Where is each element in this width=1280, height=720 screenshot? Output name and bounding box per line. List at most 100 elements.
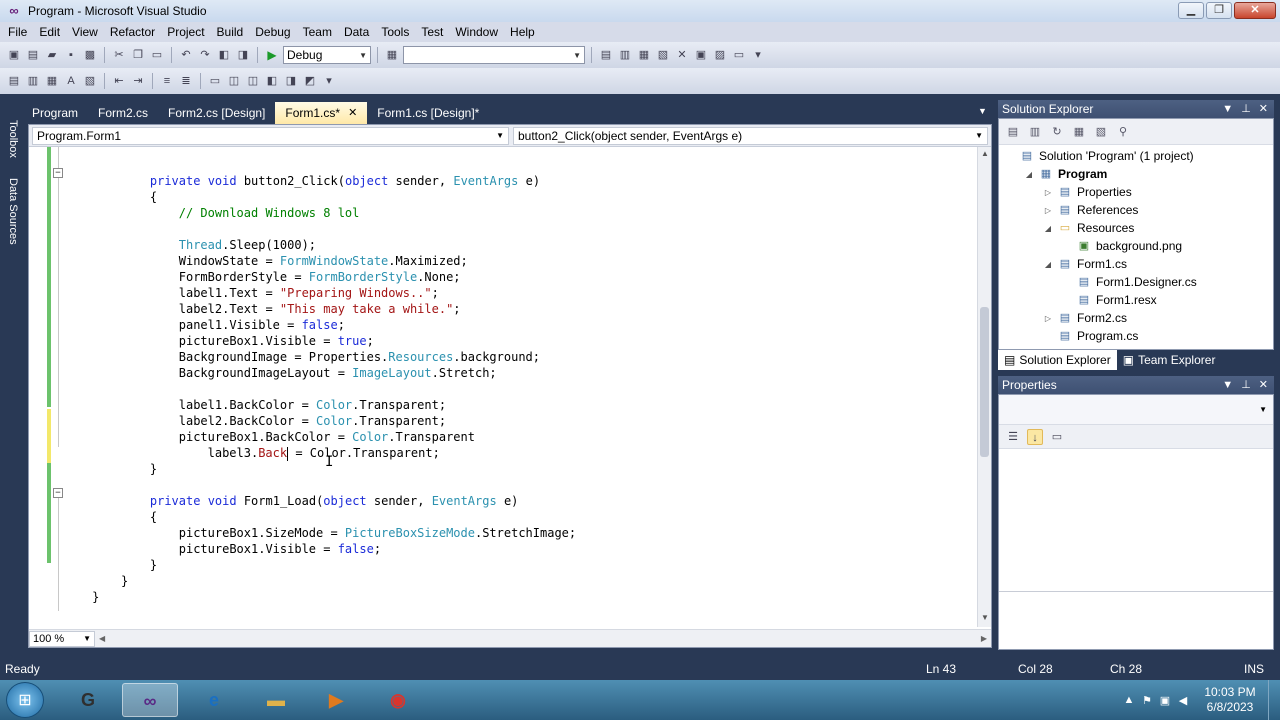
code-text-area[interactable]: − − private void button2_Click(object se… xyxy=(29,147,977,627)
decrease-indent-icon[interactable]: ⇤ xyxy=(111,73,127,89)
toolbox-tab[interactable]: Toolbox xyxy=(3,120,19,158)
close-panel-icon[interactable]: ✕ xyxy=(1259,100,1268,118)
menu-data[interactable]: Data xyxy=(338,22,375,42)
tree-item[interactable]: ▤ Form1.Designer.cs xyxy=(1062,273,1197,291)
toggle-bookmark-icon[interactable]: ▭ xyxy=(207,73,223,89)
menu-edit[interactable]: Edit xyxy=(33,22,66,42)
show-all-files-icon[interactable]: ▥ xyxy=(1027,124,1043,140)
tree-item[interactable]: ▣ background.png xyxy=(1062,237,1182,255)
alphabetical-icon[interactable]: ↓ xyxy=(1027,428,1043,445)
expand-toggle-icon[interactable]: ▷ xyxy=(1043,206,1053,215)
next-bookmark-folder-icon[interactable]: ◨ xyxy=(283,73,299,89)
collapse-icon[interactable]: − xyxy=(53,168,63,178)
network-icon[interactable]: ▣ xyxy=(1156,694,1174,707)
close-button[interactable]: ✕ xyxy=(1234,2,1276,19)
navigate-backward-icon[interactable]: ◧ xyxy=(216,47,232,63)
properties-icon[interactable]: ▤ xyxy=(1005,124,1021,140)
menu-window[interactable]: Window xyxy=(449,22,504,42)
menu-tools[interactable]: Tools xyxy=(375,22,415,42)
quick-info-icon[interactable]: ▦ xyxy=(44,73,60,89)
menu-build[interactable]: Build xyxy=(211,22,250,42)
tree-item[interactable]: ◢ ▤ Form1.cs xyxy=(1043,255,1127,273)
find-combo[interactable]: ▼ xyxy=(403,46,585,64)
toolbar-overflow-icon[interactable]: ▾ xyxy=(750,47,766,63)
scroll-left-icon[interactable]: ◀ xyxy=(95,634,109,643)
menu-file[interactable]: File xyxy=(2,22,33,42)
close-tab-icon[interactable]: ✕ xyxy=(348,102,357,124)
complete-word-icon[interactable]: A xyxy=(63,73,79,89)
copy-icon[interactable]: ❐ xyxy=(130,47,146,63)
extension-manager-icon[interactable]: ▨ xyxy=(712,47,728,63)
menu-team[interactable]: Team xyxy=(297,22,338,42)
word-wrap-icon[interactable]: ▧ xyxy=(82,73,98,89)
previous-bookmark-folder-icon[interactable]: ◧ xyxy=(264,73,280,89)
navigate-forward-icon[interactable]: ◨ xyxy=(235,47,251,63)
next-bookmark-icon[interactable]: ◫ xyxy=(245,73,261,89)
view-class-diagram-icon[interactable]: ⚲ xyxy=(1115,124,1131,140)
tab-form2-cs[interactable]: Form2.cs xyxy=(88,102,158,124)
open-file-icon[interactable]: ▰ xyxy=(44,47,60,63)
minimize-button[interactable]: ▁ xyxy=(1178,2,1204,19)
tab-program[interactable]: Program xyxy=(22,102,88,124)
show-desktop-button[interactable] xyxy=(1268,680,1280,720)
menu-help[interactable]: Help xyxy=(504,22,541,42)
expand-toggle-icon[interactable]: ◢ xyxy=(1043,260,1053,269)
find-in-files-icon[interactable]: ▦ xyxy=(384,47,400,63)
taskbar-media-player-icon[interactable]: ▶ xyxy=(308,683,364,717)
solution-explorer-icon[interactable]: ▤ xyxy=(598,47,614,63)
tree-item[interactable]: ◢ ▦ Program xyxy=(1024,165,1107,183)
tree-item[interactable]: ▤ Form1.resx xyxy=(1062,291,1157,309)
taskbar-chrome-icon[interactable]: ◉ xyxy=(370,683,426,717)
data-sources-tab[interactable]: Data Sources xyxy=(3,178,19,245)
uncomment-icon[interactable]: ≣ xyxy=(178,73,194,89)
tree-item[interactable]: ◢ ▭ Resources xyxy=(1043,219,1134,237)
cut-icon[interactable]: ✂ xyxy=(111,47,127,63)
start-debugging-icon[interactable]: ▶ xyxy=(264,47,280,63)
save-all-icon[interactable]: ▩ xyxy=(82,47,98,63)
member-dropdown[interactable]: button2_Click(object sender, EventArgs e… xyxy=(513,126,988,145)
action-center-flag-icon[interactable]: ⚑ xyxy=(1138,694,1156,707)
start-page-icon[interactable]: ▣ xyxy=(693,47,709,63)
clear-bookmarks-icon[interactable]: ◩ xyxy=(302,73,318,89)
maximize-button[interactable]: ❐ xyxy=(1206,2,1232,19)
tree-item[interactable]: ▷ ▤ References xyxy=(1043,201,1138,219)
collapse-icon[interactable]: − xyxy=(53,488,63,498)
refresh-icon[interactable]: ↻ xyxy=(1049,124,1065,140)
show-hidden-icons-icon[interactable]: ▲ xyxy=(1120,694,1138,706)
undo-icon[interactable]: ↶ xyxy=(178,47,194,63)
previous-bookmark-icon[interactable]: ◫ xyxy=(226,73,242,89)
tree-item[interactable]: ▤ Solution 'Program' (1 project) xyxy=(1005,147,1194,165)
volume-muted-icon[interactable]: ◀ xyxy=(1174,694,1192,707)
zoom-level-select[interactable]: 100 % ▼ xyxy=(29,630,95,647)
menu-project[interactable]: Project xyxy=(161,22,210,42)
start-button[interactable]: ⊞ xyxy=(6,682,44,718)
expand-toggle-icon[interactable]: ▷ xyxy=(1043,314,1053,323)
tools-icon[interactable]: ✕ xyxy=(674,47,690,63)
menu-debug[interactable]: Debug xyxy=(249,22,296,42)
solution-configuration-select[interactable]: Debug ▼ xyxy=(283,46,371,64)
object-browser-icon[interactable]: ▦ xyxy=(636,47,652,63)
tab-form1-cs[interactable]: Form1.cs* ✕ xyxy=(275,102,368,124)
property-pages-icon[interactable]: ▭ xyxy=(1049,429,1065,445)
vertical-scrollbar[interactable]: ▲ ▼ xyxy=(977,147,991,627)
tree-item[interactable]: ▷ ▤ Form2.cs xyxy=(1043,309,1127,327)
toolbar-overflow-icon[interactable]: ▾ xyxy=(321,73,337,89)
tab-form2-cs-design[interactable]: Form2.cs [Design] xyxy=(158,102,275,124)
window-position-icon[interactable]: ▼ xyxy=(1222,100,1233,118)
close-panel-icon[interactable]: ✕ xyxy=(1259,376,1268,394)
pin-icon[interactable]: ⊥ xyxy=(1241,376,1251,394)
parameter-info-icon[interactable]: ▥ xyxy=(25,73,41,89)
comment-out-icon[interactable]: ≡ xyxy=(159,73,175,89)
tab-solution-explorer[interactable]: ▤ Solution Explorer xyxy=(998,350,1117,370)
properties-window-icon[interactable]: ▥ xyxy=(617,47,633,63)
expand-toggle-icon[interactable]: ▷ xyxy=(1043,188,1053,197)
save-icon[interactable]: ▪ xyxy=(63,47,79,63)
type-dropdown[interactable]: Program.Form1 ▼ xyxy=(32,126,509,145)
tree-item[interactable]: ▷ ▤ Properties xyxy=(1043,183,1132,201)
pin-icon[interactable]: ⊥ xyxy=(1241,100,1251,118)
taskbar-internet-explorer-icon[interactable]: e xyxy=(186,683,242,717)
display-object-member-list-icon[interactable]: ▤ xyxy=(6,73,22,89)
menu-refactor[interactable]: Refactor xyxy=(104,22,161,42)
taskbar-app-g-icon[interactable]: G xyxy=(60,683,116,717)
new-project-icon[interactable]: ▣ xyxy=(6,47,22,63)
